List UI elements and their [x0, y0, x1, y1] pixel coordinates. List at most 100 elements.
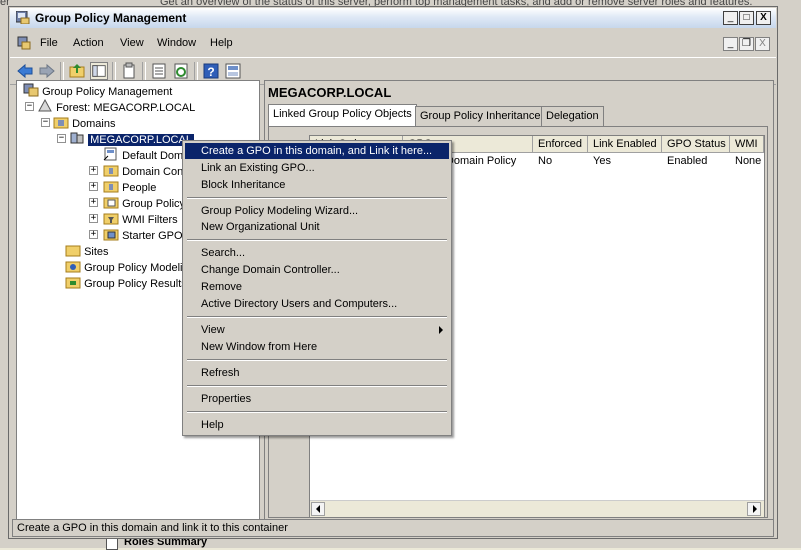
- collapse-domains-toggle[interactable]: −: [41, 118, 50, 127]
- ou-folder-icon: [103, 165, 119, 177]
- tree-node-domains[interactable]: Domains: [53, 115, 115, 131]
- console-icon[interactable]: [17, 36, 31, 50]
- collapse-forest-toggle[interactable]: −: [25, 102, 34, 111]
- menu-item-new-ou[interactable]: New Organizational Unit: [185, 219, 449, 235]
- menu-item-create-gpo[interactable]: Create a GPO in this domain, and Link it…: [185, 143, 449, 159]
- menu-item-block-inheritance[interactable]: Block Inheritance: [185, 177, 449, 193]
- svg-text:?: ?: [207, 65, 214, 79]
- menu-item-modeling-wizard[interactable]: Group Policy Modeling Wizard...: [185, 203, 449, 219]
- tree-label-root: Group Policy Management: [42, 86, 173, 98]
- menu-separator: [187, 197, 447, 199]
- expand-starter-gpos-toggle[interactable]: +: [89, 230, 98, 239]
- gpo-link-icon: [103, 147, 117, 161]
- menu-item-aduc[interactable]: Active Directory Users and Computers...: [185, 296, 449, 312]
- cell-enforced: No: [538, 155, 553, 167]
- menu-item-search[interactable]: Search...: [185, 245, 449, 261]
- forward-icon[interactable]: [38, 62, 56, 80]
- column-header-wmi[interactable]: WMI: [730, 136, 764, 153]
- tree-node-wmi-filters[interactable]: WMI Filters: [103, 211, 178, 227]
- expand-wmi-toggle[interactable]: +: [89, 214, 98, 223]
- menu-separator: [187, 316, 447, 318]
- properties-icon[interactable]: [150, 62, 168, 80]
- mdi-minimize-button[interactable]: _: [723, 37, 738, 51]
- tree-node-sites[interactable]: Sites: [65, 243, 109, 259]
- domains-folder-icon: [53, 117, 69, 129]
- tree-node-people[interactable]: People: [103, 179, 156, 195]
- modeling-icon: [65, 261, 81, 273]
- close-button[interactable]: X: [756, 11, 771, 25]
- menu-separator: [187, 359, 447, 361]
- forest-icon: [38, 98, 52, 112]
- menu-file[interactable]: File: [40, 37, 58, 49]
- toolbar-separator: [60, 62, 64, 80]
- maximize-button[interactable]: □: [739, 11, 754, 25]
- refresh-icon[interactable]: [172, 62, 190, 80]
- gpm-icon: [23, 83, 39, 97]
- menu-item-properties[interactable]: Properties: [185, 391, 449, 407]
- mdi-close-button[interactable]: X: [755, 37, 770, 51]
- tree-label-wmi-filters: WMI Filters: [122, 214, 178, 226]
- back-icon[interactable]: [16, 62, 34, 80]
- context-menu: Create a GPO in this domain, and Link it…: [182, 140, 452, 436]
- tab-inheritance[interactable]: Group Policy Inheritance: [415, 106, 546, 126]
- cell-wmi: None: [735, 155, 762, 167]
- title-bar[interactable]: Group Policy Management _ □ X: [10, 8, 776, 28]
- tree-node-starter-gpos[interactable]: Starter GPOs: [103, 227, 188, 243]
- console-view-icon[interactable]: [224, 62, 242, 80]
- gpm-app-icon: [16, 11, 30, 24]
- tree-label-starter-gpos: Starter GPOs: [122, 230, 189, 242]
- sites-folder-icon: [65, 245, 81, 257]
- toolbar-separator: [194, 62, 198, 80]
- ou-folder-icon: [103, 181, 119, 193]
- toolbar-separator: [112, 62, 116, 80]
- menu-item-view[interactable]: View: [185, 322, 449, 338]
- tree-label-results: Group Policy Results: [84, 278, 187, 290]
- tab-delegation[interactable]: Delegation: [541, 106, 604, 126]
- column-header-enforced[interactable]: Enforced: [533, 136, 588, 153]
- menu-bar: File Action View Window Help _ ❐ X: [10, 33, 776, 55]
- wmi-folder-icon: [103, 213, 119, 225]
- menu-item-remove[interactable]: Remove: [185, 279, 449, 295]
- toolbar-separator: [142, 62, 146, 80]
- tree-node-results[interactable]: Group Policy Results: [65, 275, 187, 291]
- tree-label-domain-selected: MEGACORP.LOCAL: [88, 134, 194, 146]
- expand-domain-controllers-toggle[interactable]: +: [89, 166, 98, 175]
- scroll-right-button[interactable]: [747, 502, 761, 516]
- minimize-button[interactable]: _: [723, 11, 738, 25]
- status-bar: Create a GPO in this domain and link it …: [12, 519, 774, 537]
- column-header-gpo-status[interactable]: GPO Status: [662, 136, 730, 153]
- expand-people-toggle[interactable]: +: [89, 182, 98, 191]
- show-hide-tree-icon[interactable]: [90, 62, 108, 80]
- tab-linked-gpos[interactable]: Linked Group Policy Objects: [268, 104, 417, 127]
- cell-link-enabled: Yes: [593, 155, 611, 167]
- menu-separator: [187, 385, 447, 387]
- menu-item-refresh[interactable]: Refresh: [185, 365, 449, 381]
- horizontal-scrollbar[interactable]: [310, 500, 764, 517]
- results-icon: [65, 277, 81, 289]
- window-title: Group Policy Management: [35, 11, 187, 25]
- menu-view[interactable]: View: [120, 37, 144, 49]
- menu-item-link-existing-gpo[interactable]: Link an Existing GPO...: [185, 160, 449, 176]
- column-header-link-enabled[interactable]: Link Enabled: [588, 136, 662, 153]
- tree-node-modeling[interactable]: Group Policy Modeling: [65, 259, 195, 275]
- tree-node-forest[interactable]: Forest: MEGACORP.LOCAL: [37, 98, 195, 115]
- mdi-restore-button[interactable]: ❐: [739, 37, 754, 51]
- menu-action[interactable]: Action: [73, 37, 104, 49]
- menu-separator: [187, 411, 447, 413]
- menu-help[interactable]: Help: [210, 37, 233, 49]
- collapse-icon[interactable]: [106, 538, 118, 550]
- up-folder-icon[interactable]: [68, 62, 86, 80]
- tree-node-root[interactable]: Group Policy Management: [23, 83, 172, 99]
- menu-item-change-dc[interactable]: Change Domain Controller...: [185, 262, 449, 278]
- help-icon[interactable]: ?: [202, 62, 220, 80]
- menu-window[interactable]: Window: [157, 37, 196, 49]
- tree-node-domain[interactable]: MEGACORP.LOCAL: [69, 131, 194, 147]
- collapse-domain-toggle[interactable]: −: [57, 134, 66, 143]
- menu-item-view-label: View: [201, 324, 225, 336]
- menu-item-new-window[interactable]: New Window from Here: [185, 339, 449, 355]
- scroll-left-button[interactable]: [311, 502, 325, 516]
- clipboard-icon[interactable]: [120, 62, 138, 80]
- expand-gpo-toggle[interactable]: +: [89, 198, 98, 207]
- menu-item-help[interactable]: Help: [185, 417, 449, 433]
- pane-title: MEGACORP.LOCAL: [268, 85, 392, 100]
